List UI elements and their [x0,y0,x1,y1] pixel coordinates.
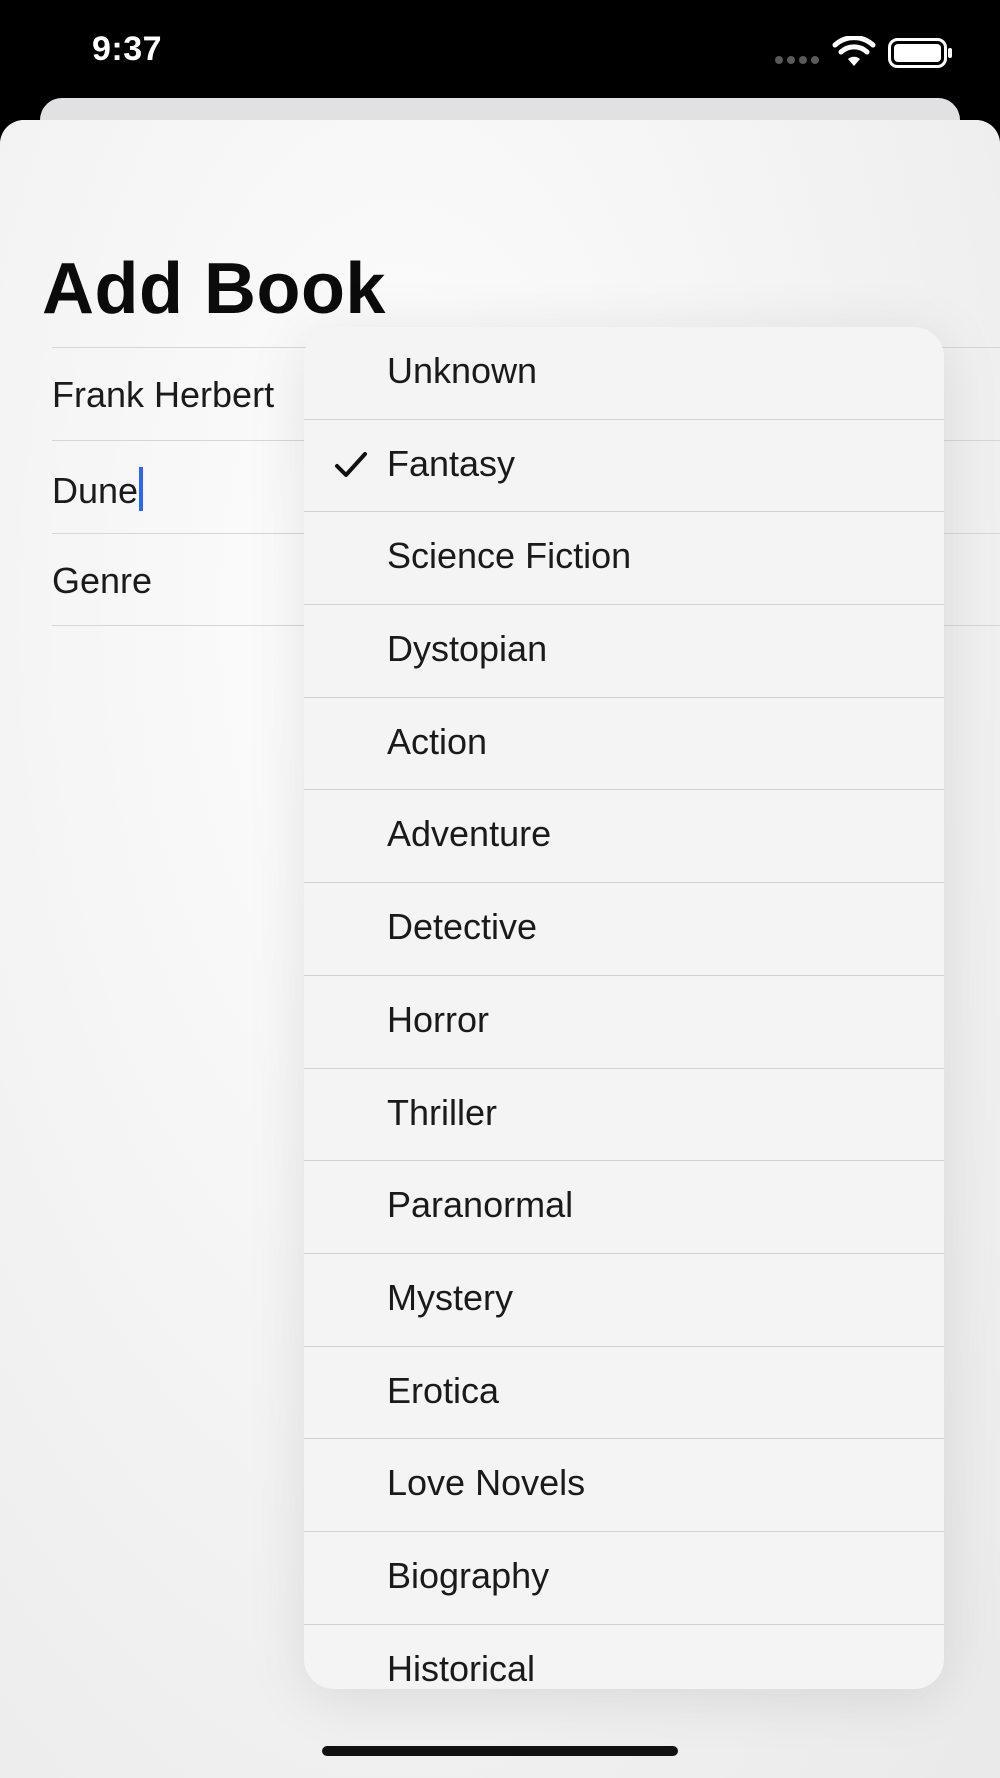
menu-item-biography[interactable]: Biography [304,1532,944,1625]
text-cursor [139,467,144,511]
menu-item-label: Dystopian [387,628,548,670]
genre-picker-label: Genre [52,560,153,601]
menu-item-paranormal[interactable]: Paranormal [304,1161,944,1254]
home-indicator[interactable] [322,1746,678,1756]
menu-item-fantasy[interactable]: Fantasy [304,420,944,513]
status-time: 9:37 [92,30,163,68]
menu-item-label: Horror [387,998,490,1040]
menu-item-label: Biography [387,1554,550,1596]
wifi-icon [832,36,876,66]
menu-item-unknown[interactable]: Unknown [304,327,944,420]
author-field-value: Frank Herbert [52,374,275,415]
menu-item-label: Paranormal [387,1184,574,1226]
page-title: Add Book [42,249,386,329]
menu-item-label: Love Novels [387,1462,586,1504]
menu-item-mystery[interactable]: Mystery [304,1254,944,1347]
menu-item-detective[interactable]: Detective [304,883,944,976]
title-field-value: Dune [52,470,139,511]
menu-item-erotica[interactable]: Erotica [304,1347,944,1440]
menu-item-label: Fantasy [387,442,516,484]
menu-item-horror[interactable]: Horror [304,976,944,1069]
menu-item-action[interactable]: Action [304,698,944,791]
title-field-content: Dune [52,467,144,512]
menu-item-label: Adventure [387,813,552,855]
status-bar: 9:37 [0,0,1000,100]
menu-item-label: Science Fiction [387,535,632,577]
menu-item-label: Thriller [387,1091,498,1133]
menu-item-science-fiction[interactable]: Science Fiction [304,512,944,606]
genre-menu: Unknown Fantasy Science Fiction Dystopian Ac… [304,327,944,1689]
menu-item-label: Historical [387,1647,536,1689]
menu-item-label: Action [387,720,488,762]
menu-item-adventure[interactable]: Adventure [304,790,944,884]
menu-item-label: Detective [387,906,538,948]
battery-icon [888,38,952,68]
menu-item-label: Mystery [387,1276,513,1318]
menu-item-label: Unknown [387,350,538,391]
menu-item-thriller[interactable]: Thriller [304,1069,944,1162]
menu-item-love-novels[interactable]: Love Novels [304,1439,944,1532]
signal-dots-icon [775,56,819,64]
menu-item-dystopian[interactable]: Dystopian [304,605,944,698]
menu-item-label: Erotica [387,1369,500,1411]
menu-item-historical[interactable]: Historical [304,1625,944,1689]
checkmark-icon [335,451,367,477]
